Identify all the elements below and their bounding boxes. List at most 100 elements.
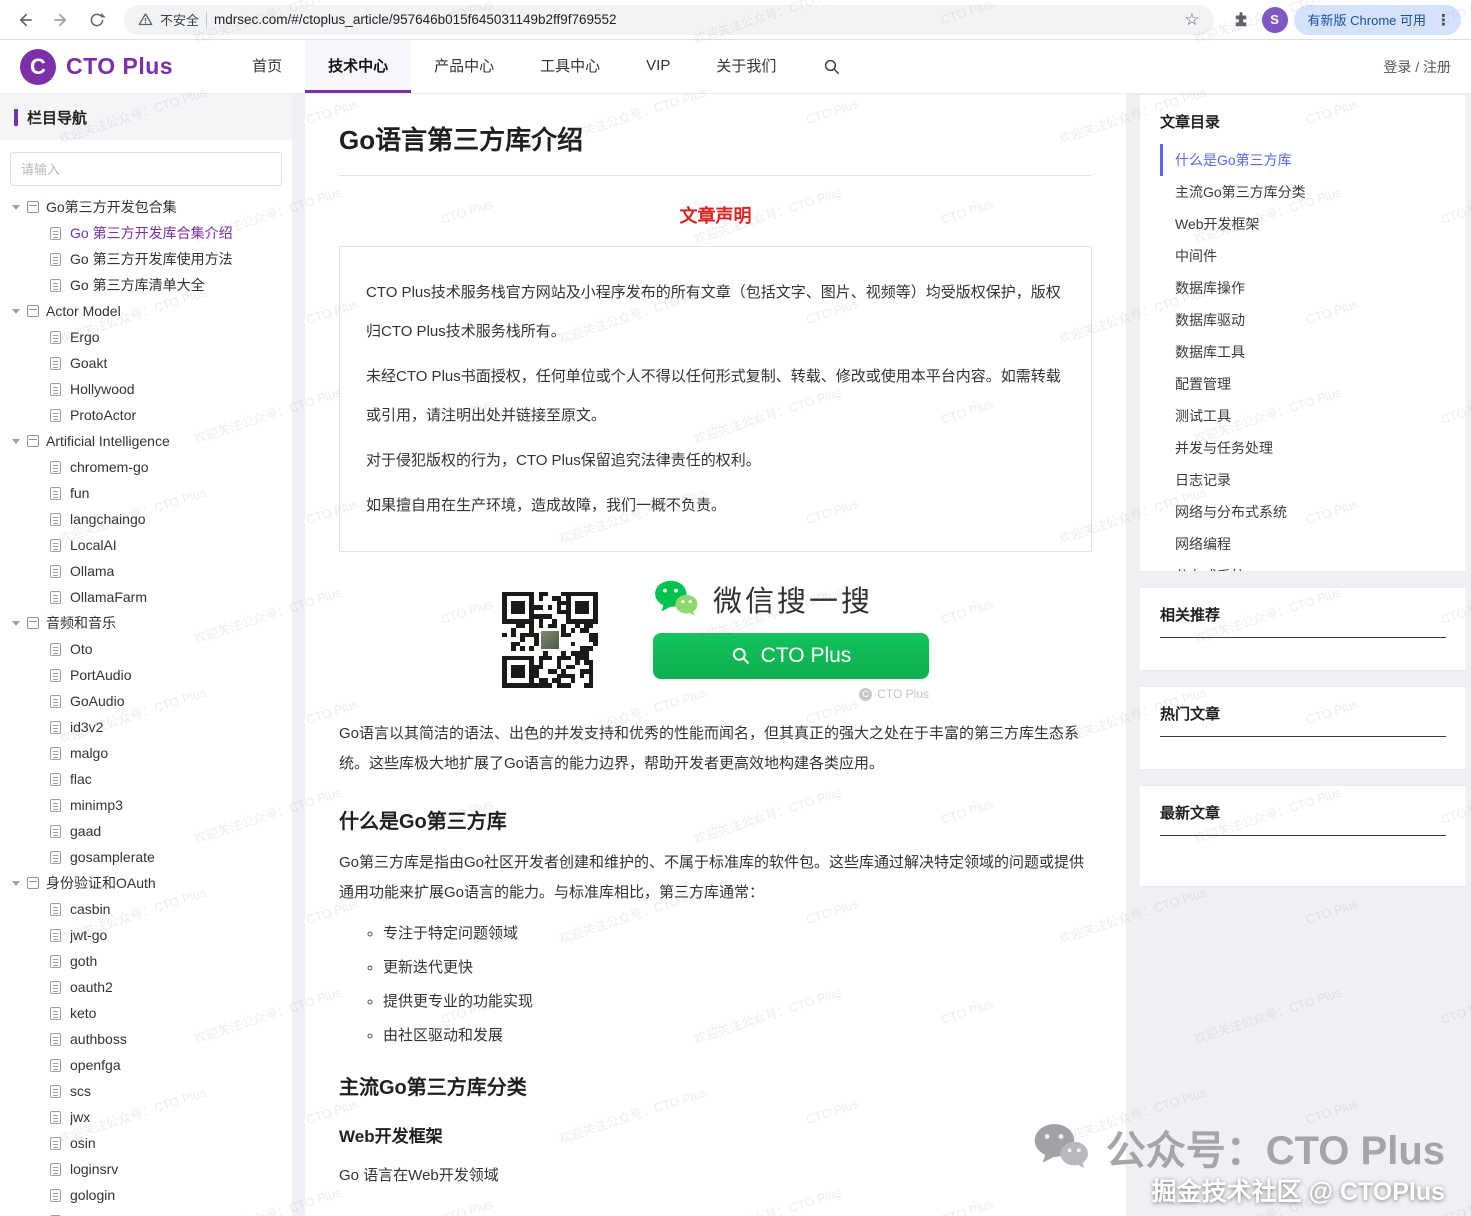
toc-list: 什么是Go第三方库主流Go第三方库分类Web开发框架中间件数据库操作数据库驱动数… xyxy=(1160,144,1446,572)
toc-item[interactable]: 日志记录 xyxy=(1160,464,1446,496)
document-icon xyxy=(50,1059,61,1072)
register-link[interactable]: 注册 xyxy=(1423,59,1451,75)
section-mainstream-title: 主流Go第三方库分类 xyxy=(339,1071,1092,1100)
toc-item[interactable]: 数据库工具 xyxy=(1160,336,1446,368)
url-divider xyxy=(206,12,207,28)
tree-item[interactable]: id3v2 xyxy=(0,714,292,740)
nav-item-home[interactable]: 首页 xyxy=(229,40,305,93)
toc-item[interactable]: 并发与任务处理 xyxy=(1160,432,1446,464)
tree-item-label: ProtoActor xyxy=(70,407,136,423)
extensions-icon[interactable] xyxy=(1226,5,1256,35)
login-link[interactable]: 登录 xyxy=(1383,59,1411,75)
tree-item[interactable]: Go 第三方开发库合集介绍 xyxy=(0,220,292,246)
tree-item[interactable]: osin xyxy=(0,1130,292,1156)
profile-avatar[interactable]: S xyxy=(1262,7,1288,33)
latest-title: 最新文章 xyxy=(1160,802,1446,836)
document-icon xyxy=(50,825,61,838)
tree-item[interactable]: Go 第三方库清单大全 xyxy=(0,272,292,298)
tree-group-row[interactable]: Go第三方开发包合集 xyxy=(0,194,292,220)
tree-item[interactable]: PortAudio xyxy=(0,662,292,688)
tree-item[interactable]: LocalAI xyxy=(0,532,292,558)
nav-item-tools-center[interactable]: 工具中心 xyxy=(517,40,623,93)
tree-item[interactable]: Ergo xyxy=(0,324,292,350)
toc-item[interactable]: 数据库驱动 xyxy=(1160,304,1446,336)
browser-menu-icon[interactable]: ⋮ xyxy=(1436,11,1451,29)
tree-item[interactable]: gologin xyxy=(0,1182,292,1208)
qr-center-logo xyxy=(539,629,561,651)
tree-item[interactable]: casbin xyxy=(0,896,292,922)
tree-item-label: osin xyxy=(70,1135,96,1151)
chevron-down-icon xyxy=(12,439,20,444)
tree-item[interactable]: gorbac xyxy=(0,1208,292,1216)
tree-item[interactable]: Hollywood xyxy=(0,376,292,402)
tree-item[interactable]: gosamplerate xyxy=(0,844,292,870)
sidebar-header: 栏目导航 xyxy=(0,94,292,140)
login-register-links[interactable]: 登录 / 注册 xyxy=(1383,57,1451,77)
brand-home-link[interactable]: C CTO Plus xyxy=(20,49,173,85)
tree-item[interactable]: openfga xyxy=(0,1052,292,1078)
tree-item[interactable]: jwt-go xyxy=(0,922,292,948)
tree-item[interactable]: flac xyxy=(0,766,292,792)
back-arrow-icon xyxy=(15,10,35,30)
tree-item[interactable]: chromem-go xyxy=(0,454,292,480)
url-text: mdrsec.com/#/ctoplus_article/957646b015f… xyxy=(214,12,1177,27)
wechat-search-text: CTO Plus xyxy=(761,644,852,668)
sidebar-search-input[interactable] xyxy=(10,152,282,186)
forward-button[interactable] xyxy=(46,5,76,35)
tree-group-row[interactable]: Actor Model xyxy=(0,298,292,324)
chevron-down-icon xyxy=(12,205,20,210)
tree-item[interactable]: oauth2 xyxy=(0,974,292,1000)
tree-item[interactable]: Goakt xyxy=(0,350,292,376)
tree-item[interactable]: GoAudio xyxy=(0,688,292,714)
toc-item[interactable]: 主流Go第三方库分类 xyxy=(1160,176,1446,208)
nav-item-product-center[interactable]: 产品中心 xyxy=(411,40,517,93)
left-sidebar: 栏目导航 Go第三方开发包合集Go 第三方开发库合集介绍Go 第三方开发库使用方… xyxy=(0,94,292,1216)
nav-item-tech-center[interactable]: 技术中心 xyxy=(305,40,411,93)
tree-item[interactable]: scs xyxy=(0,1078,292,1104)
wechat-search-button: CTO Plus xyxy=(653,633,929,679)
tree-item[interactable]: goth xyxy=(0,948,292,974)
hot-box: 热门文章 xyxy=(1139,686,1467,770)
sidebar-tree: Go第三方开发包合集Go 第三方开发库合集介绍Go 第三方开发库使用方法Go 第… xyxy=(0,194,292,1216)
tree-item[interactable]: langchaingo xyxy=(0,506,292,532)
tree-group-row[interactable]: 身份验证和OAuth xyxy=(0,870,292,896)
tree-group-row[interactable]: Artificial Intelligence xyxy=(0,428,292,454)
nav-search-icon[interactable] xyxy=(823,58,841,76)
tree-item[interactable]: Ollama xyxy=(0,558,292,584)
tree-item[interactable]: jwx xyxy=(0,1104,292,1130)
tree-item[interactable]: fun xyxy=(0,480,292,506)
tree-item[interactable]: gaad xyxy=(0,818,292,844)
package-icon xyxy=(27,201,39,213)
reload-button[interactable] xyxy=(82,5,112,35)
tree-item[interactable]: keto xyxy=(0,1000,292,1026)
toc-item[interactable]: Web开发框架 xyxy=(1160,208,1446,240)
address-bar[interactable]: 不安全 mdrsec.com/#/ctoplus_article/957646b… xyxy=(124,5,1214,35)
tree-item-label: oauth2 xyxy=(70,979,113,995)
toc-item[interactable]: 分布式系统 xyxy=(1160,560,1446,572)
tree-group-row[interactable]: 音频和音乐 xyxy=(0,610,292,636)
tree-item[interactable]: Oto xyxy=(0,636,292,662)
tree-item[interactable]: ProtoActor xyxy=(0,402,292,428)
tree-item[interactable]: minimp3 xyxy=(0,792,292,818)
credit-text: CTO Plus xyxy=(877,687,929,701)
toc-item[interactable]: 配置管理 xyxy=(1160,368,1446,400)
toc-item[interactable]: 什么是Go第三方库 xyxy=(1160,144,1446,176)
tree-item[interactable]: Go 第三方开发库使用方法 xyxy=(0,246,292,272)
chrome-update-button[interactable]: 有新版 Chrome 可用 ⋮ xyxy=(1294,5,1461,35)
toc-item[interactable]: 网络与分布式系统 xyxy=(1160,496,1446,528)
toc-item[interactable]: 数据库操作 xyxy=(1160,272,1446,304)
tree-item[interactable]: malgo xyxy=(0,740,292,766)
nav-item-vip[interactable]: VIP xyxy=(623,40,693,93)
nav-item-about[interactable]: 关于我们 xyxy=(693,40,799,93)
tree-item[interactable]: OllamaFarm xyxy=(0,584,292,610)
toc-item[interactable]: 网络编程 xyxy=(1160,528,1446,560)
chevron-down-icon xyxy=(12,309,20,314)
back-button[interactable] xyxy=(10,5,40,35)
tree-item-label: scs xyxy=(70,1083,91,1099)
toc-item[interactable]: 测试工具 xyxy=(1160,400,1446,432)
tree-item[interactable]: loginsrv xyxy=(0,1156,292,1182)
tree-item[interactable]: authboss xyxy=(0,1026,292,1052)
related-title: 相关推荐 xyxy=(1160,604,1446,638)
bookmark-star-icon[interactable]: ☆ xyxy=(1184,10,1199,30)
toc-item[interactable]: 中间件 xyxy=(1160,240,1446,272)
